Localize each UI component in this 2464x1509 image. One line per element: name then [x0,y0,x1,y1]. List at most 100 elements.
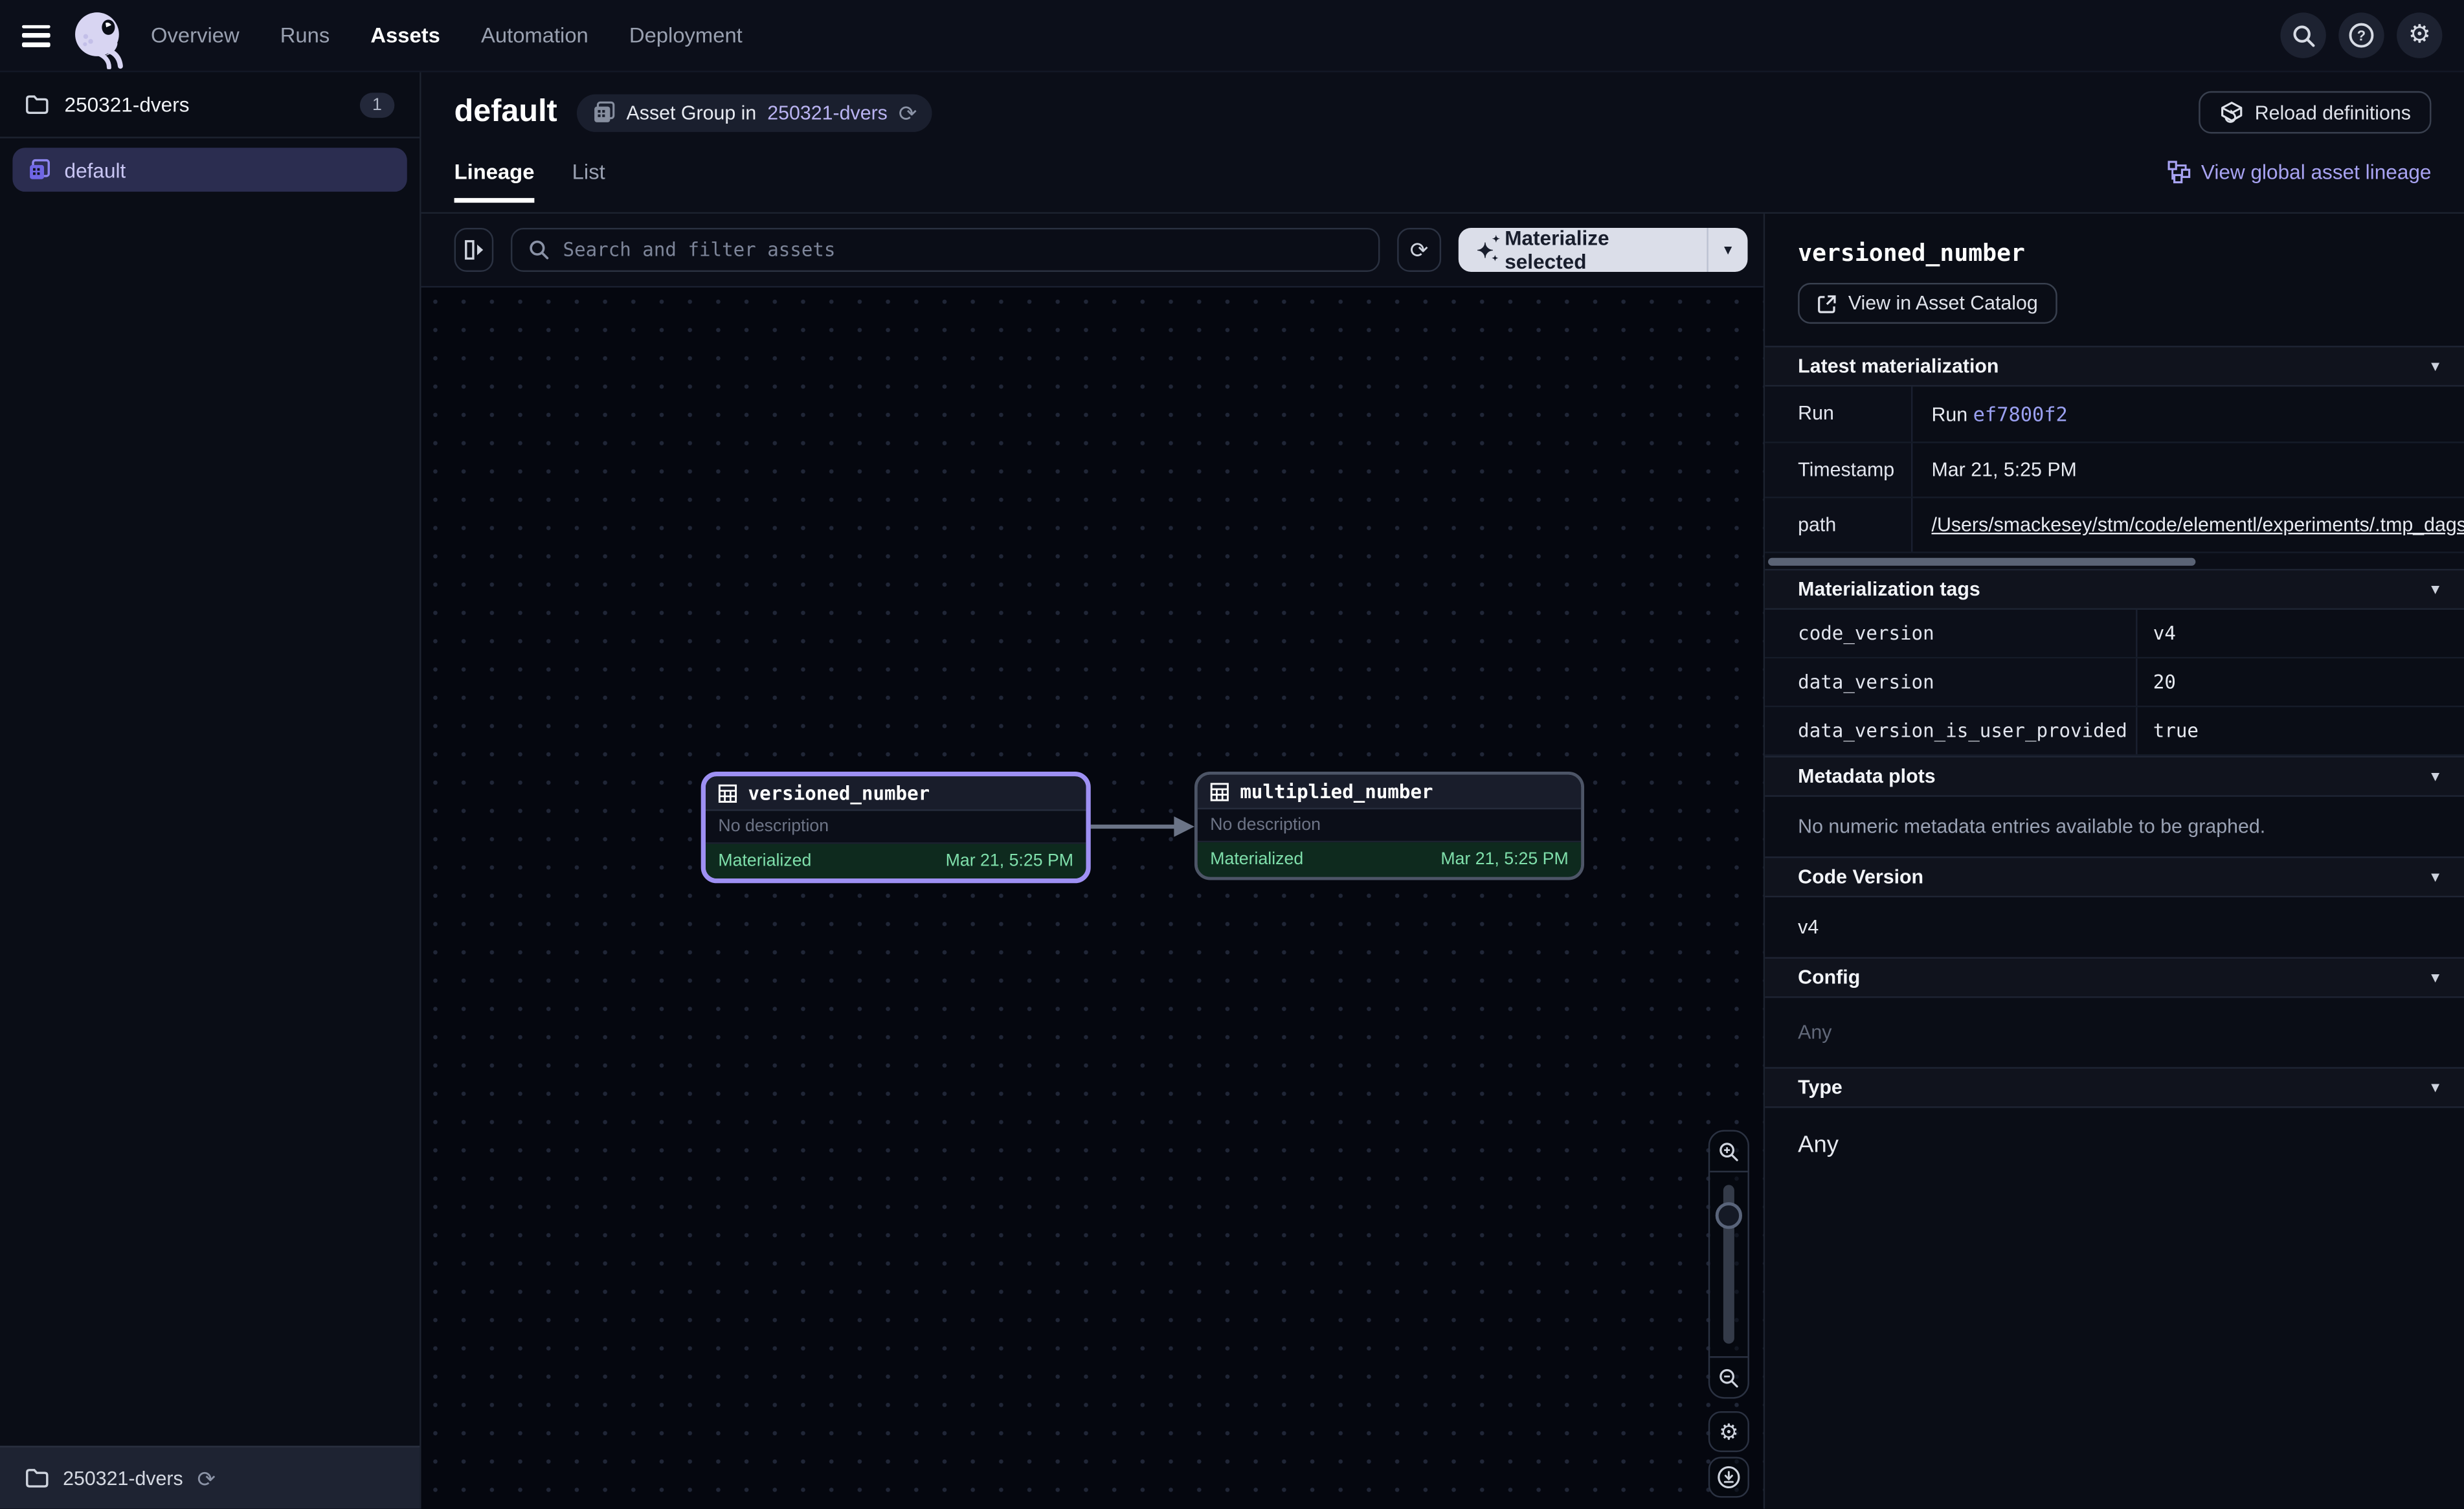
status-badge: Materialized [1210,850,1303,869]
tab-lineage[interactable]: Lineage [454,161,535,203]
nav-item-overview[interactable]: Overview [151,23,240,47]
run-id-link[interactable]: ef7800f2 [1973,402,2068,425]
section-header-type[interactable]: Type ▼ [1765,1067,2464,1108]
lineage-graph-canvas[interactable]: versioned_number No description Material… [421,287,1764,1508]
svg-text:?: ? [2357,28,2366,44]
gear-icon: ⚙ [1719,1421,1738,1443]
lineage-toolbar: ⟳ ✦✦✦ Materialize selected ▾ [421,214,1764,287]
asset-detail-panel: versioned_number View in Asset Catalog L… [1764,214,2464,1508]
download-icon [1716,1465,1742,1490]
sidebar-group-count-badge: 1 [360,92,395,117]
hamburger-menu-icon[interactable] [22,25,50,47]
sidebar-group-label: 250321-dvers [65,93,344,116]
sidebar-group-row[interactable]: 250321-dvers 1 [0,73,420,139]
type-value: Any [1765,1108,2464,1181]
reload-definitions-button[interactable]: Reload definitions [2198,91,2431,134]
chevron-down-icon: ▼ [2428,970,2443,985]
table-row: data_version_is_user_provided true [1765,707,2464,755]
horizontal-scrollbar [1765,553,2464,569]
chevron-down-icon: ▼ [2428,358,2443,374]
node-status-bar: Materialized Mar 21, 5:25 PM [1198,842,1581,877]
table-row: Timestamp Mar 21, 5:25 PM [1765,443,2464,498]
latest-materialization-table: Run Run ef7800f2 Timestamp Mar 21, 5:25 … [1765,386,2464,553]
node-description: No description [1198,809,1581,842]
refresh-icon[interactable]: ⟳ [899,102,917,124]
lineage-canvas-area: ⟳ ✦✦✦ Materialize selected ▾ [421,214,1764,1508]
refresh-assets-button[interactable]: ⟳ [1398,228,1440,272]
materialize-selected-button[interactable]: ✦✦✦ Materialize selected ▾ [1458,228,1748,272]
section-header-latest-materialization[interactable]: Latest materialization ▼ [1765,346,2464,386]
tab-list[interactable]: List [572,161,605,203]
sparkles-icon: ✦✦✦ [1477,240,1494,260]
table-row: Run Run ef7800f2 [1765,386,2464,443]
section-header-code-version[interactable]: Code Version ▼ [1765,856,2464,897]
chevron-down-icon: ▼ [2428,768,2443,784]
sidebar-item-label: default [65,158,126,181]
page-header: default Asset Group in 250321-dvers ⟳ Re… [421,73,2464,214]
zoom-in-button[interactable] [1710,1132,1747,1172]
path-link[interactable]: /Users/smackesey/stm/code/elementl/exper… [1932,514,2464,536]
zoom-out-icon [1718,1367,1740,1389]
view-global-asset-lineage-link[interactable]: View global asset lineage [2166,161,2431,203]
nav-item-automation[interactable]: Automation [481,23,588,47]
horizontal-scrollbar-thumb[interactable] [1768,557,2195,565]
settings-button[interactable]: ⚙ [2397,12,2442,58]
section-header-metadata-plots[interactable]: Metadata plots ▼ [1765,756,2464,797]
download-graph-button[interactable] [1708,1457,1749,1497]
search-input[interactable] [563,239,1363,261]
section-header-config[interactable]: Config ▼ [1765,957,2464,998]
collapse-sidebar-button[interactable] [454,228,494,272]
reload-definitions-label: Reload definitions [2255,102,2411,124]
metadata-plots-empty-message: No numeric metadata entries available to… [1765,797,2464,856]
materialization-tags-table: code_version v4 data_version 20 data_ver… [1765,610,2464,756]
status-timestamp: Mar 21, 5:25 PM [946,852,1073,871]
search-icon [2290,23,2316,48]
section-header-materialization-tags[interactable]: Materialization tags ▼ [1765,569,2464,610]
nav-item-deployment[interactable]: Deployment [629,23,743,47]
graph-settings-button[interactable]: ⚙ [1708,1411,1749,1452]
view-in-asset-catalog-button[interactable]: View in Asset Catalog [1798,283,2057,324]
code-version-value: v4 [1765,897,2464,957]
status-badge: Materialized [718,852,811,871]
asset-group-chip: Asset Group in 250321-dvers ⟳ [576,93,933,131]
help-button[interactable]: ? [2338,12,2384,58]
refresh-icon: ⟳ [1410,239,1428,261]
asset-group-icon [28,159,50,181]
table-row: data_version 20 [1765,658,2464,707]
chevron-down-icon: ▼ [2428,581,2443,597]
refresh-icon[interactable]: ⟳ [197,1467,216,1489]
zoom-controls [1708,1130,1749,1398]
asset-search-box [511,228,1380,272]
sidebar-item-default[interactable]: default [12,148,407,192]
panel-asset-title: versioned_number [1765,214,2464,267]
zoom-out-button[interactable] [1710,1356,1747,1397]
search-icon [528,239,550,261]
asset-node-multiplied-number[interactable]: multiplied_number No description Materia… [1194,772,1584,880]
search-button[interactable] [2280,12,2325,58]
table-icon [718,783,737,802]
zoom-slider-thumb[interactable] [1716,1202,1742,1229]
gear-icon: ⚙ [2408,23,2431,48]
table-icon [1210,782,1229,801]
asset-node-versioned-number[interactable]: versioned_number No description Material… [701,772,1091,883]
table-row: path /Users/smackesey/stm/code/elementl/… [1765,498,2464,553]
chip-prefix: Asset Group in [627,102,757,124]
materialize-selected-label: Materialize selected [1505,228,1688,272]
materialize-dropdown-caret[interactable]: ▾ [1708,228,1748,272]
external-link-icon [1817,293,1837,314]
sidebar-footer-label: 250321-dvers [63,1467,183,1489]
dagster-logo-icon[interactable] [73,8,129,68]
lineage-edge-arrow [1084,808,1204,845]
sidebar-footer: 250321-dvers ⟳ [0,1446,420,1508]
nav-item-assets[interactable]: Assets [370,23,440,47]
node-description: No description [706,811,1086,844]
folder-icon [25,1468,49,1488]
chevron-down-icon: ▼ [2428,1080,2443,1095]
chip-group-link[interactable]: 250321-dvers [767,102,888,124]
nav-item-runs[interactable]: Runs [280,23,330,47]
page-title: default [454,95,557,131]
chevron-down-icon: ▼ [2428,869,2443,884]
help-icon: ? [2348,22,2375,49]
table-row: code_version v4 [1765,610,2464,658]
node-status-bar: Materialized Mar 21, 5:25 PM [706,844,1086,878]
